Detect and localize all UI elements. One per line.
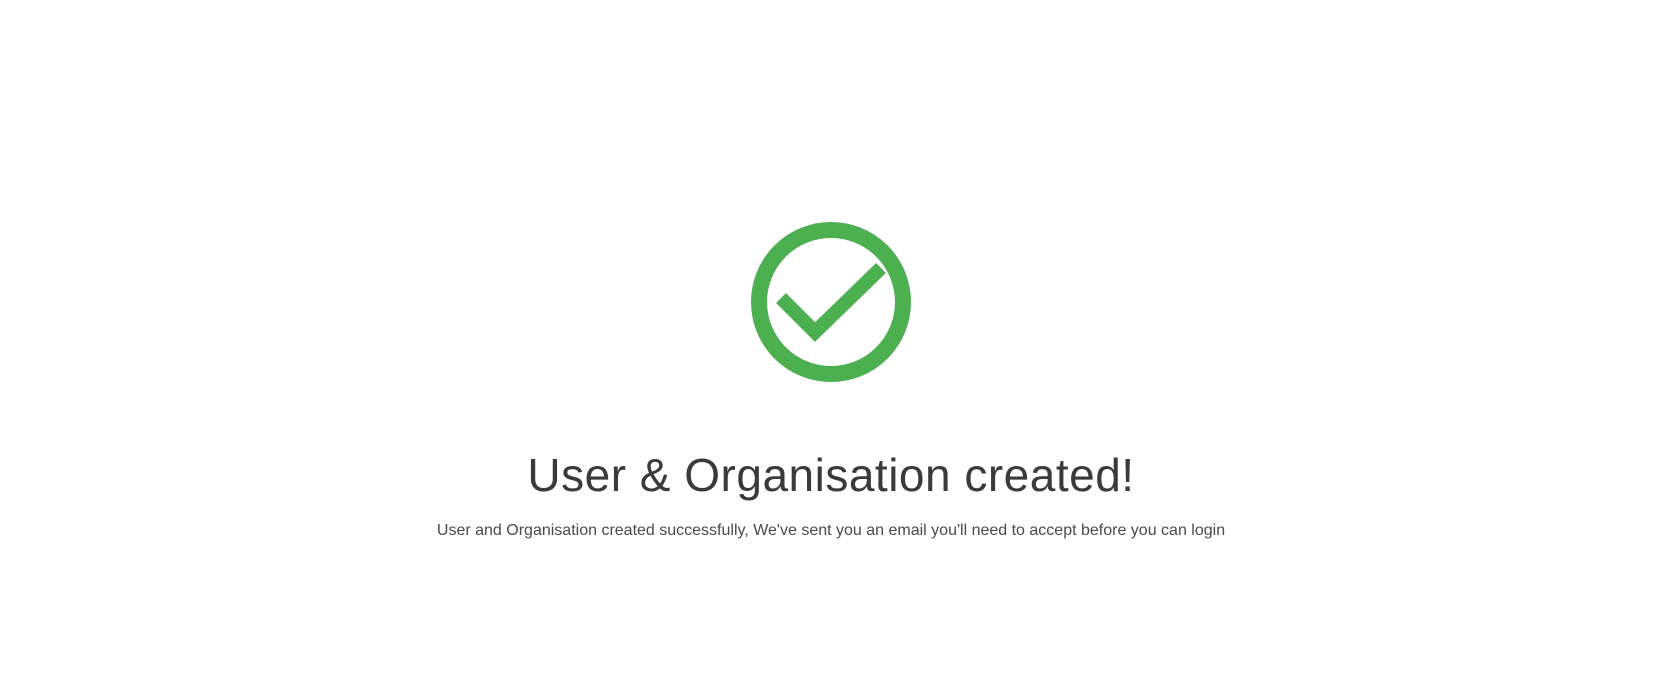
success-message: User and Organisation created successful… <box>436 522 1226 539</box>
success-title: User & Organisation created! <box>527 449 1135 501</box>
success-panel: User & Organisation created! User and Or… <box>0 0 1662 689</box>
check-circle-icon <box>751 222 911 382</box>
